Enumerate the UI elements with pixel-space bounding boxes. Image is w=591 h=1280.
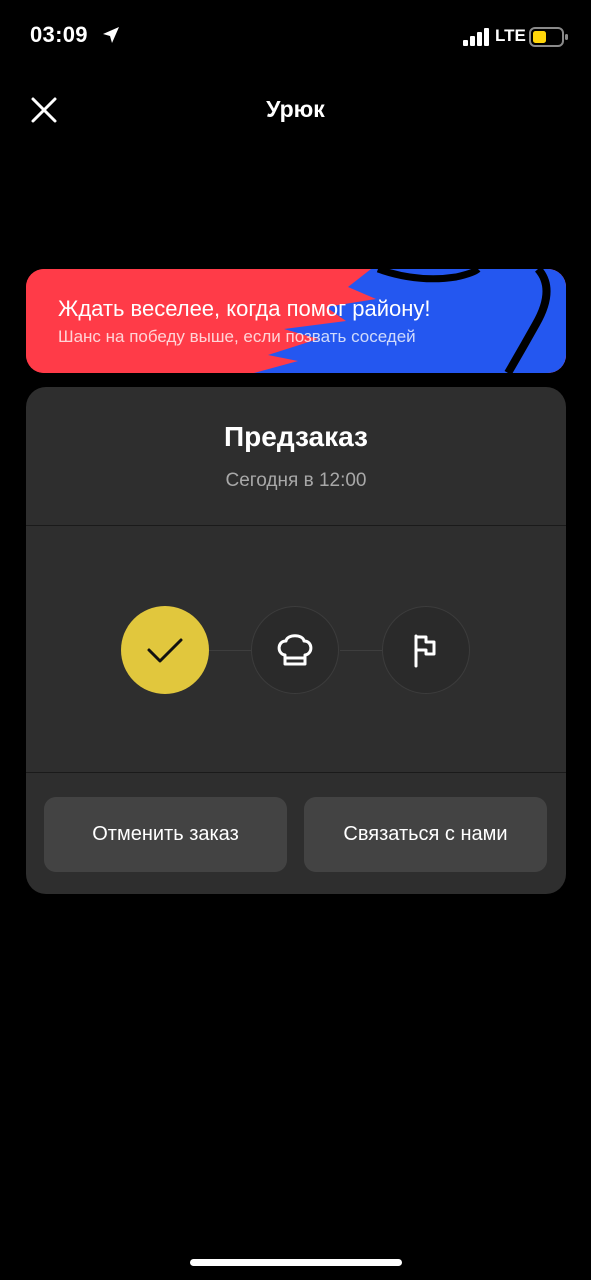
status-time: 03:09 <box>30 22 88 47</box>
cancel-order-button[interactable]: Отменить заказ <box>44 797 287 872</box>
battery-icon <box>529 27 568 47</box>
order-title: Предзаказ <box>224 421 368 452</box>
network-label: LTE <box>495 26 526 45</box>
promo-title: Ждать веселее, когда помог району! <box>58 296 431 321</box>
location-arrow-icon <box>103 27 119 43</box>
step-confirmed <box>121 606 209 694</box>
promo-banner[interactable]: Ждать веселее, когда помог району! Шанс … <box>26 269 566 373</box>
progress-connector <box>340 650 382 651</box>
home-indicator[interactable] <box>190 1259 402 1266</box>
page-title: Урюк <box>266 96 325 122</box>
contact-us-button[interactable]: Связаться с нами <box>304 797 547 872</box>
progress-connector <box>209 650 251 651</box>
order-time: Сегодня в 12:00 <box>225 470 367 491</box>
status-bar: 03:09 LTE <box>0 0 591 72</box>
chef-hat-icon <box>277 634 313 666</box>
order-status-card: Предзаказ Сегодня в 12:00 Отменить заказ… <box>26 387 566 894</box>
step-delivered <box>382 606 470 694</box>
step-cooking <box>251 606 339 694</box>
flag-icon <box>414 634 436 668</box>
promo-subtitle: Шанс на победу выше, если позвать соседе… <box>58 327 416 346</box>
signal-bars-icon <box>463 28 489 46</box>
checkmark-icon <box>147 638 183 663</box>
divider <box>26 772 566 773</box>
divider <box>26 525 566 526</box>
